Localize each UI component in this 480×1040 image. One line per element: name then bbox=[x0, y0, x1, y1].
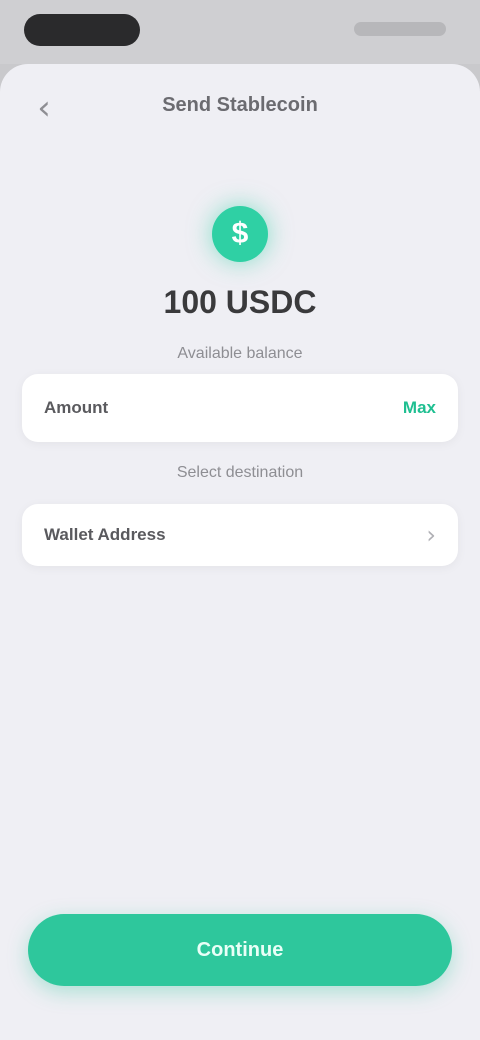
hero: $ 100 USDC Available balance bbox=[0, 150, 480, 363]
status-bar bbox=[0, 0, 480, 64]
balance-title: 100 USDC bbox=[163, 284, 317, 320]
amount-label: Amount bbox=[44, 398, 109, 417]
destination-section-label: Select destination bbox=[176, 464, 304, 481]
balance-subtitle: Available balance bbox=[177, 345, 303, 362]
continue-button[interactable]: Continue bbox=[28, 914, 452, 986]
page-title: Send Stablecoin bbox=[162, 94, 318, 116]
coin-icon: $ bbox=[212, 206, 268, 262]
amount-card[interactable]: Amount bbox=[22, 374, 458, 442]
status-icons bbox=[354, 22, 446, 36]
back-chevron-icon[interactable]: ‹ bbox=[22, 86, 66, 130]
time-pill bbox=[24, 14, 140, 46]
chevron-right-icon: › bbox=[426, 521, 436, 549]
modal-sheet: ‹ Send Stablecoin $ 100 USDC Available b… bbox=[0, 64, 480, 1040]
amount-input[interactable] bbox=[108, 398, 436, 418]
destination-value: Wallet Address bbox=[44, 525, 166, 544]
nav-bar: ‹ Send Stablecoin bbox=[0, 64, 480, 150]
destination-select[interactable]: Wallet Address › bbox=[22, 504, 458, 566]
